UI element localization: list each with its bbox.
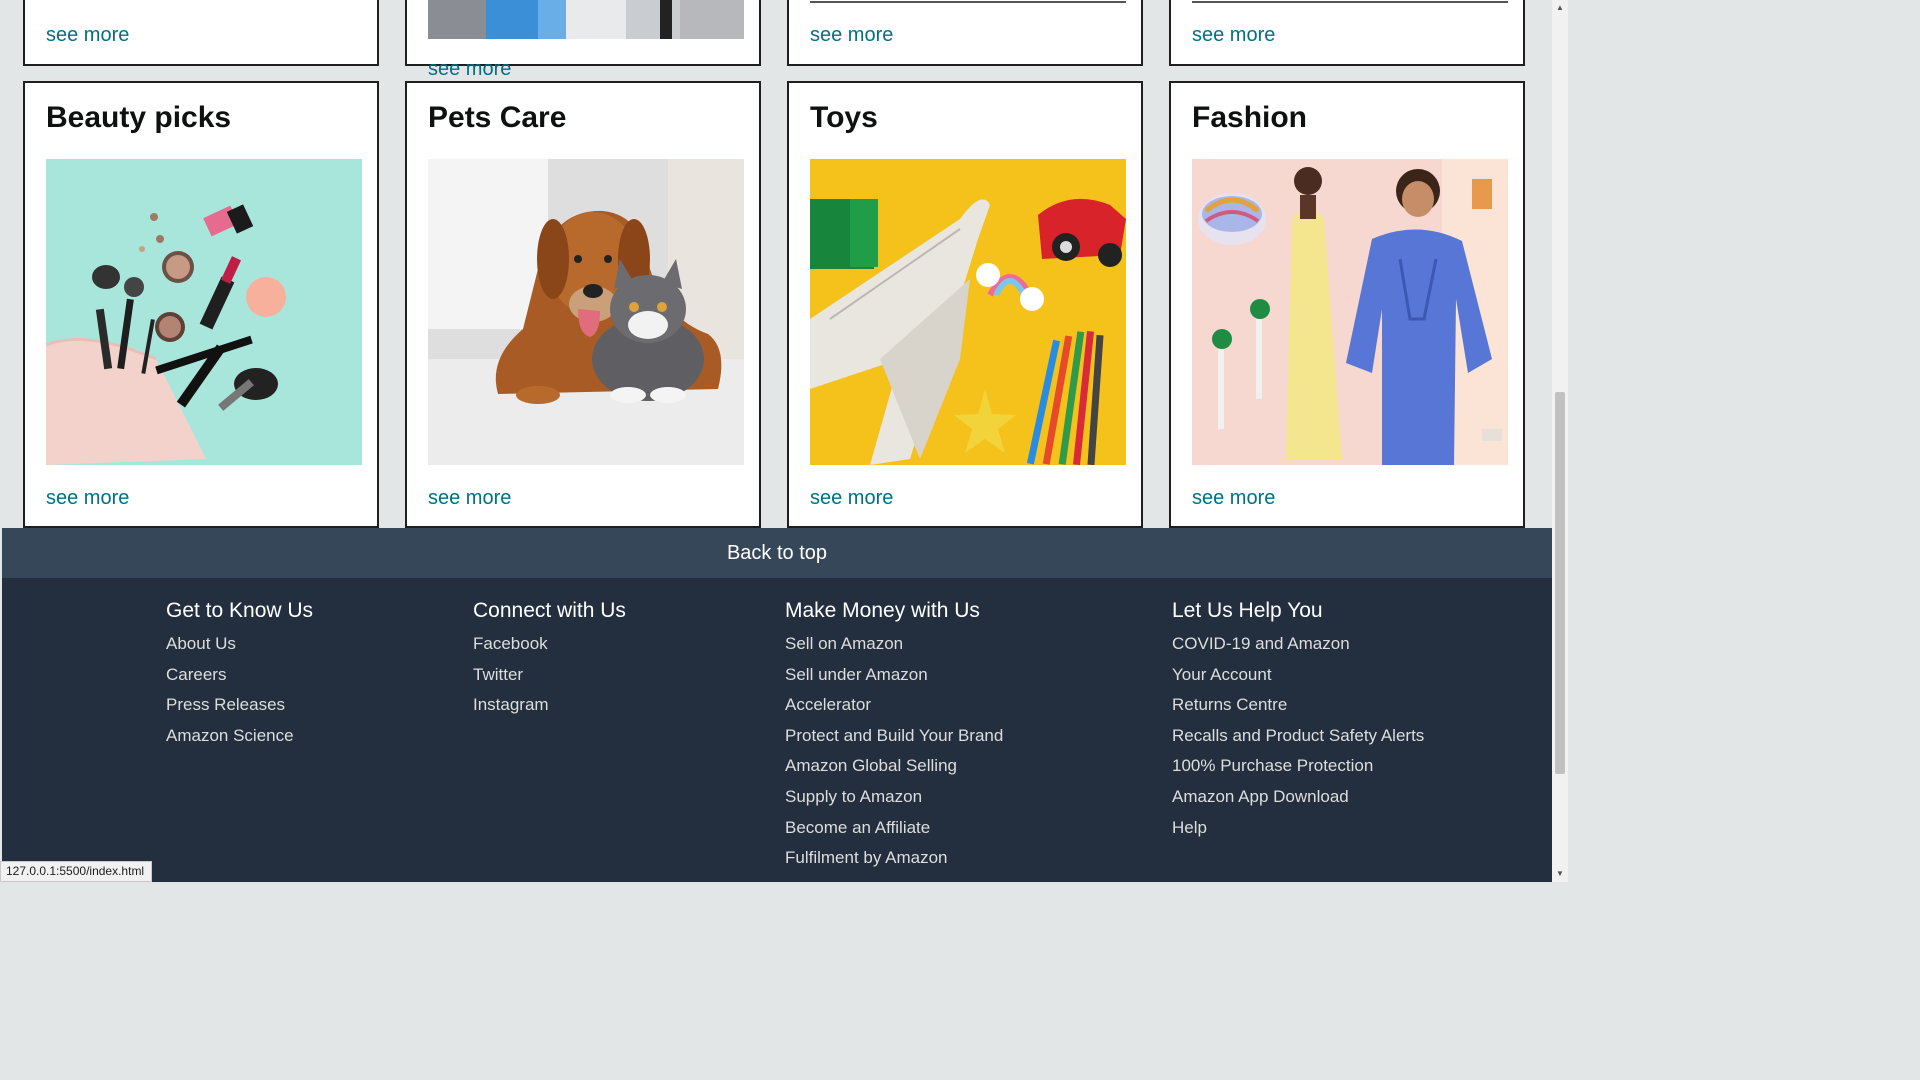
vertical-scrollbar[interactable]: ▲ ▼	[1552, 0, 1568, 882]
card-fashion: Fashion see more	[1169, 81, 1525, 528]
beauty-image[interactable]	[46, 159, 362, 465]
footer-link-protect-brand[interactable]: Protect and Build Your Brand	[785, 725, 1003, 756]
footer-link-about-us[interactable]: About Us	[166, 633, 313, 664]
footer-link-returns[interactable]: Returns Centre	[1172, 694, 1424, 725]
footer-link-instagram[interactable]: Instagram	[473, 694, 626, 725]
product-image	[428, 0, 744, 39]
see-more-link[interactable]: see more	[428, 58, 511, 81]
fashion-image[interactable]	[1192, 159, 1508, 465]
footer: Get to Know Us About Us Careers Press Re…	[2, 578, 1552, 882]
footer-link-app-download[interactable]: Amazon App Download	[1172, 786, 1424, 817]
footer-link-sell-on-amazon[interactable]: Sell on Amazon	[785, 633, 1003, 664]
see-more-link[interactable]: see more	[46, 24, 129, 47]
card-toys: Toys see more	[787, 81, 1143, 528]
see-more-link[interactable]: see more	[428, 487, 511, 510]
footer-link-sell-under-amazon[interactable]: Sell under Amazon	[785, 664, 1003, 695]
footer-column-help: Let Us Help You COVID-19 and Amazon Your…	[1172, 599, 1424, 847]
footer-link-careers[interactable]: Careers	[166, 664, 313, 695]
footer-link-covid[interactable]: COVID-19 and Amazon	[1172, 633, 1424, 664]
product-card-top-2	[405, 0, 761, 66]
card-title: Fashion	[1192, 101, 1308, 134]
card-pets-care: Pets Care see more	[405, 81, 761, 528]
footer-link-amazon-science[interactable]: Amazon Science	[166, 725, 313, 756]
scroll-down-arrow-icon[interactable]: ▼	[1552, 866, 1568, 882]
see-more-link[interactable]: see more	[810, 487, 893, 510]
pets-image[interactable]	[428, 159, 744, 465]
card-title: Pets Care	[428, 101, 567, 134]
card-beauty-picks: Beauty picks see more	[23, 81, 379, 528]
footer-link-accelerator[interactable]: Accelerator	[785, 694, 1003, 725]
card-title: Toys	[810, 101, 878, 134]
footer-link-press-releases[interactable]: Press Releases	[166, 694, 313, 725]
product-card-top-4: see more	[1169, 0, 1525, 66]
see-more-link[interactable]: see more	[1192, 487, 1275, 510]
footer-column-connect-with-us: Connect with Us Facebook Twitter Instagr…	[473, 599, 626, 725]
footer-link-purchase-protection[interactable]: 100% Purchase Protection	[1172, 755, 1424, 786]
footer-link-become-affiliate[interactable]: Become an Affiliate	[785, 817, 1003, 848]
card-title: Beauty picks	[46, 101, 232, 134]
footer-link-twitter[interactable]: Twitter	[473, 664, 626, 695]
footer-column-title: Make Money with Us	[785, 599, 980, 622]
footer-link-facebook[interactable]: Facebook	[473, 633, 626, 664]
see-more-link[interactable]: see more	[1192, 24, 1275, 47]
footer-link-help[interactable]: Help	[1172, 817, 1424, 848]
footer-link-your-account[interactable]: Your Account	[1172, 664, 1424, 695]
see-more-link[interactable]: see more	[46, 487, 129, 510]
footer-column-title: Connect with Us	[473, 599, 626, 622]
footer-column-make-money: Make Money with Us Sell on Amazon Sell u…	[785, 599, 1003, 878]
image-edge	[810, 1, 1126, 3]
scroll-up-arrow-icon[interactable]: ▲	[1552, 0, 1568, 16]
footer-column-title: Let Us Help You	[1172, 599, 1323, 622]
see-more-link[interactable]: see more	[810, 24, 893, 47]
product-card-top-3: see more	[787, 0, 1143, 66]
product-card-top-1: see more	[23, 0, 379, 66]
footer-column-get-to-know-us: Get to Know Us About Us Careers Press Re…	[166, 599, 313, 755]
image-edge	[1192, 1, 1508, 3]
status-bar-url: 127.0.0.1:5500/index.html	[0, 861, 152, 882]
page-viewport: see more see more see more see more Beau…	[0, 0, 1552, 882]
toys-image[interactable]	[810, 159, 1126, 465]
footer-link-fulfilment[interactable]: Fulfilment by Amazon	[785, 847, 1003, 878]
back-to-top-button[interactable]: Back to top	[2, 528, 1552, 578]
footer-column-title: Get to Know Us	[166, 599, 314, 622]
footer-link-supply-to-amazon[interactable]: Supply to Amazon	[785, 786, 1003, 817]
scrollbar-thumb[interactable]	[1555, 392, 1565, 774]
footer-link-global-selling[interactable]: Amazon Global Selling	[785, 755, 1003, 786]
footer-link-recalls[interactable]: Recalls and Product Safety Alerts	[1172, 725, 1424, 756]
